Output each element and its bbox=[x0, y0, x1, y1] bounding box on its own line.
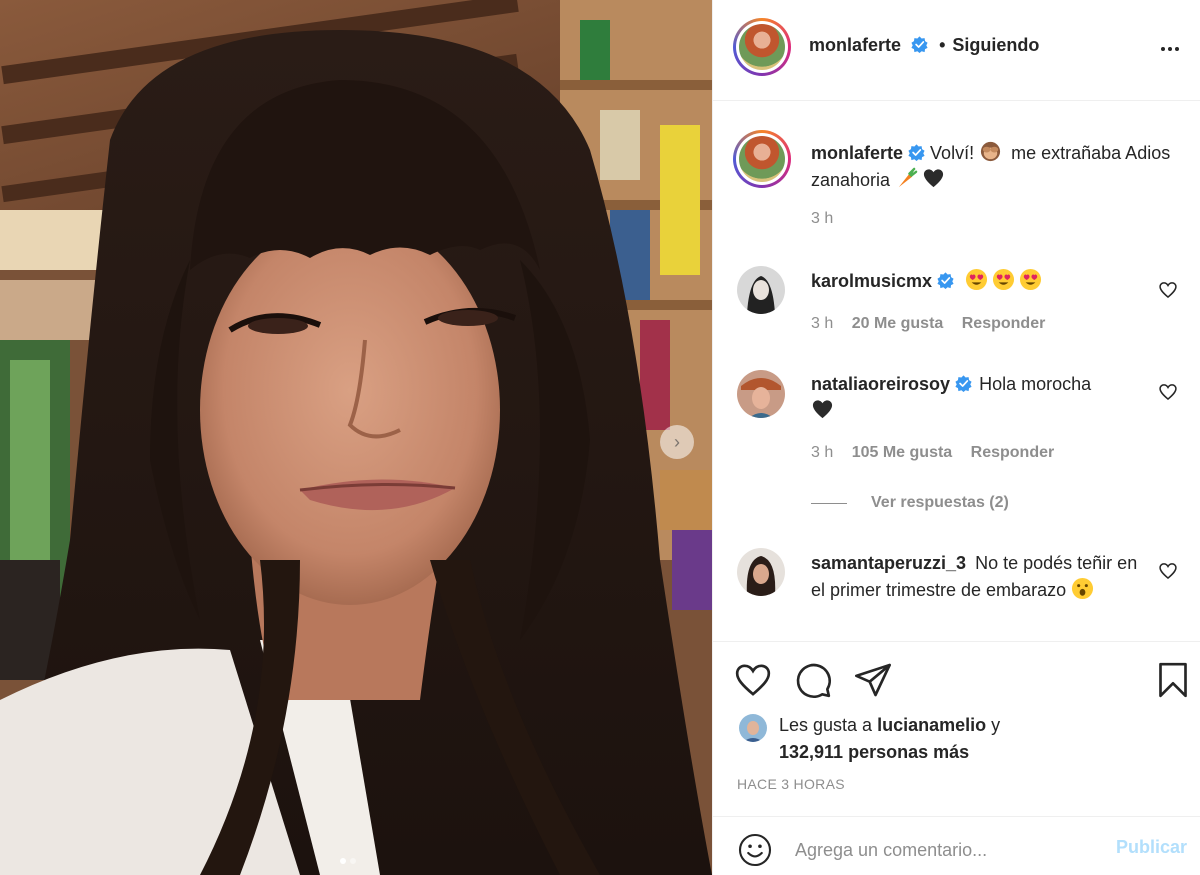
comment-emojis bbox=[965, 268, 1046, 291]
author-line: monlaferte • Siguiendo bbox=[809, 35, 1039, 56]
comment-likes-count[interactable]: 105 Me gusta bbox=[852, 444, 952, 461]
see-no-evil-monkey-emoji bbox=[981, 141, 1001, 162]
bookmark-icon bbox=[1159, 662, 1187, 698]
comment-meta: 3 h 20 Me gusta Responder bbox=[811, 315, 1045, 333]
comment-text: nataliaoreirosoy Hola morocha bbox=[811, 371, 1141, 425]
more-options-button[interactable] bbox=[1155, 34, 1185, 64]
heart-icon bbox=[1159, 384, 1177, 401]
carousel-next-button[interactable]: › bbox=[660, 425, 694, 459]
author-avatar[interactable] bbox=[733, 18, 791, 76]
author-username[interactable]: monlaferte bbox=[809, 35, 901, 55]
comment-username[interactable]: karolmusicmx bbox=[811, 271, 932, 291]
comment-reply-button[interactable]: Responder bbox=[962, 315, 1046, 332]
black-heart-emoji bbox=[923, 169, 944, 188]
emoji-picker-button[interactable] bbox=[735, 831, 775, 871]
verified-badge-icon bbox=[955, 375, 972, 392]
black-heart-emoji bbox=[812, 400, 833, 419]
comment-icon bbox=[796, 663, 831, 698]
heart-eyes-emoji bbox=[1020, 268, 1042, 291]
heart-icon bbox=[1159, 563, 1177, 580]
heart-eyes-emoji bbox=[966, 268, 988, 291]
carousel-indicator bbox=[340, 858, 356, 864]
chevron-right-icon: › bbox=[674, 432, 680, 452]
likes-prefix: Les gusta a bbox=[779, 715, 873, 735]
comment-meta: 3 h 105 Me gusta Responder bbox=[811, 444, 1054, 462]
heart-icon bbox=[735, 664, 771, 696]
commenter-avatar[interactable] bbox=[737, 548, 785, 596]
post-sidebar: monlaferte • Siguiendo monlaferte Volví!… bbox=[712, 0, 1200, 875]
caption-username[interactable]: monlaferte bbox=[811, 143, 903, 163]
caption-text: monlaferte Volví! me extrañaba Adios zan… bbox=[811, 140, 1171, 194]
heart-icon bbox=[1159, 282, 1177, 299]
comment-like-button[interactable] bbox=[1157, 561, 1179, 583]
view-replies-button[interactable]: Ver respuestas (2) bbox=[811, 494, 1009, 512]
carousel-dot bbox=[350, 858, 356, 864]
share-button[interactable] bbox=[853, 660, 893, 700]
following-button[interactable]: Siguiendo bbox=[952, 35, 1039, 55]
post-header: monlaferte • Siguiendo bbox=[713, 0, 1200, 101]
verified-badge-icon bbox=[911, 36, 928, 53]
comments-section: monlaferte Volví! me extrañaba Adios zan… bbox=[713, 102, 1200, 641]
comment-input[interactable] bbox=[795, 831, 1095, 869]
comment-reply-button[interactable]: Responder bbox=[971, 444, 1055, 461]
caption-time: 3 h bbox=[811, 210, 833, 228]
comment-username[interactable]: samantaperuzzi_3 bbox=[811, 553, 966, 573]
like-button[interactable] bbox=[733, 660, 773, 700]
verified-badge-icon bbox=[937, 272, 954, 289]
comment-like-button[interactable] bbox=[1157, 382, 1179, 404]
caption-time-text[interactable]: 3 h bbox=[811, 210, 833, 227]
caption-text-part1: Volví! bbox=[930, 143, 975, 163]
comment-time[interactable]: 3 h bbox=[811, 444, 833, 461]
likes-summary: Les gusta a lucianamelio y 132,911 perso… bbox=[779, 712, 1000, 766]
publish-button[interactable]: Publicar bbox=[1116, 837, 1187, 858]
post-photo[interactable]: › bbox=[0, 0, 712, 875]
post-timestamp[interactable]: HACE 3 HORAS bbox=[737, 776, 845, 792]
verified-badge-icon bbox=[908, 144, 925, 161]
save-button[interactable] bbox=[1153, 660, 1193, 700]
likes-connector: y bbox=[991, 715, 1001, 735]
post-image bbox=[0, 0, 712, 875]
carousel-dot-active bbox=[340, 858, 346, 864]
post-actions: Les gusta a lucianamelio y 132,911 perso… bbox=[713, 641, 1200, 816]
likes-count[interactable]: 132,911 personas más bbox=[779, 742, 969, 762]
comment-text: samantaperuzzi_3 No te podés teñir en el… bbox=[811, 550, 1141, 604]
paper-plane-icon bbox=[855, 663, 891, 697]
view-replies-divider bbox=[811, 502, 847, 504]
commenter-avatar[interactable] bbox=[737, 266, 785, 314]
comment-like-button[interactable] bbox=[1157, 280, 1179, 302]
smiley-icon bbox=[738, 833, 772, 866]
view-replies-label: Ver respuestas (2) bbox=[871, 494, 1009, 511]
comment-body: Hola morocha bbox=[979, 374, 1092, 394]
liker-avatar[interactable] bbox=[739, 714, 767, 742]
caption-avatar[interactable] bbox=[733, 130, 791, 188]
carrot-emoji bbox=[898, 167, 918, 188]
comment-text: karolmusicmx bbox=[811, 268, 1141, 295]
liker-username[interactable]: lucianamelio bbox=[877, 715, 986, 735]
comment-time[interactable]: 3 h bbox=[811, 315, 833, 332]
comment-likes-count[interactable]: 20 Me gusta bbox=[852, 315, 944, 332]
astonished-face-emoji bbox=[1072, 577, 1094, 600]
commenter-avatar[interactable] bbox=[737, 370, 785, 418]
heart-eyes-emoji bbox=[993, 268, 1015, 291]
follow-separator: • bbox=[939, 35, 946, 55]
add-comment-bar: Publicar bbox=[713, 816, 1200, 875]
comment-button[interactable] bbox=[793, 660, 833, 700]
comment-username[interactable]: nataliaoreirosoy bbox=[811, 374, 950, 394]
more-horizontal-icon bbox=[1161, 47, 1179, 51]
